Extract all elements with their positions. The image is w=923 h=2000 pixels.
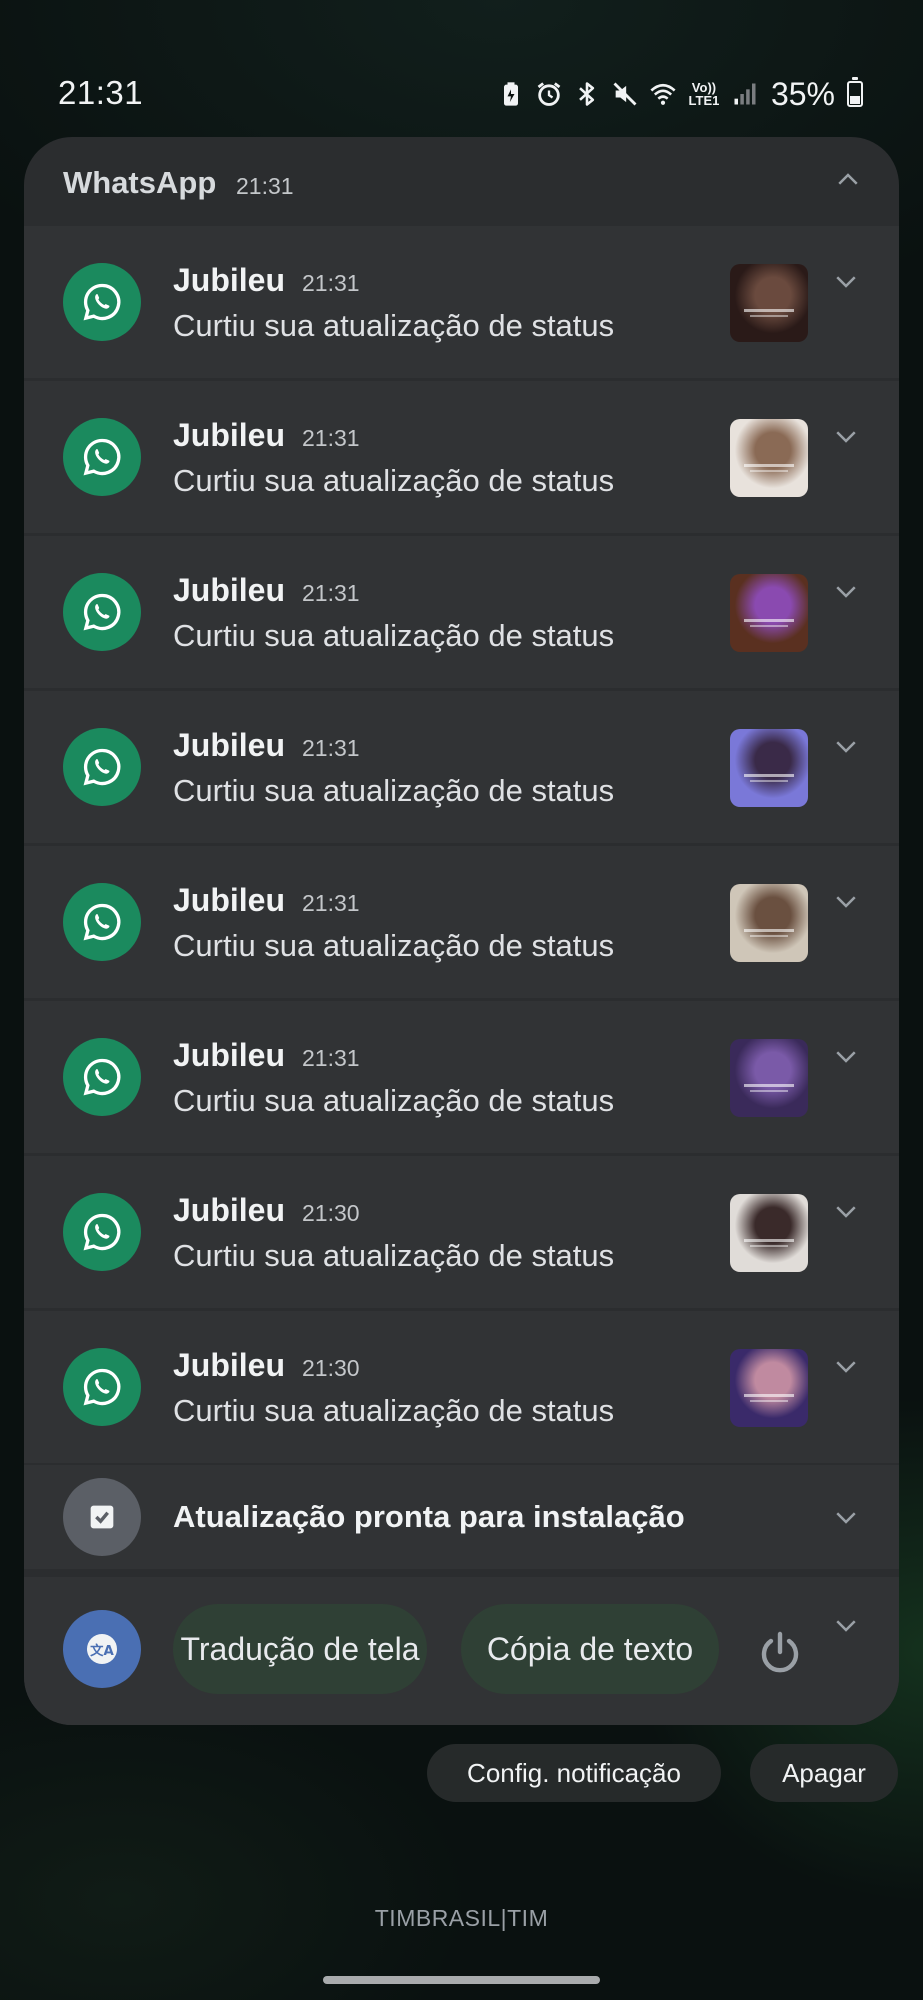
status-thumbnail[interactable] (730, 419, 808, 497)
chevron-down-icon[interactable] (831, 421, 861, 451)
chevron-down-icon[interactable] (831, 1351, 861, 1381)
mute-icon (611, 80, 639, 108)
status-thumbnail[interactable] (730, 1194, 808, 1272)
status-thumbnail[interactable] (730, 729, 808, 807)
chevron-down-icon[interactable] (831, 1502, 861, 1532)
whatsapp-icon (63, 573, 141, 651)
translate-app-icon: 文A (63, 1610, 141, 1688)
battery-percent: 35% (770, 75, 835, 112)
notification-title: Jubileu (173, 727, 286, 763)
system-update-notification[interactable]: Atualização pronta para instalação (24, 1465, 899, 1569)
carrier-label: TIMBRASIL|TIM (374, 1905, 549, 1931)
notification-item[interactable]: Jubileu 21:31 Curtiu sua atualização de st… (24, 1001, 899, 1153)
whatsapp-icon (63, 263, 141, 341)
alarm-icon (535, 80, 563, 108)
notification-body: Curtiu sua atualização de status (173, 1393, 615, 1428)
chevron-down-icon[interactable] (831, 266, 861, 296)
whatsapp-icon (63, 1038, 141, 1116)
notification-time: 21:31 (302, 735, 360, 761)
update-app-icon (63, 1478, 141, 1556)
notification-item[interactable]: Jubileu 21:30 Curtiu sua atualização de st… (24, 1156, 899, 1308)
status-bar: 21:31 Vo)) LTE1 35% (0, 0, 923, 130)
notification-time: 21:31 (302, 890, 360, 916)
signal-icon (731, 80, 759, 108)
chevron-down-icon[interactable] (831, 1041, 861, 1071)
whatsapp-group-header[interactable]: WhatsApp 21:31 (24, 137, 899, 225)
notification-panel: WhatsApp 21:31 Jubileu 21:31 Curtiu sua at… (24, 137, 899, 1725)
notification-item[interactable]: Jubileu 21:30 Curtiu sua atualização de st… (24, 1311, 899, 1463)
notification-title: Jubileu (173, 1192, 286, 1228)
status-icons: Vo)) LTE1 35% (497, 72, 863, 116)
system-update-title: Atualização pronta para instalação (173, 1499, 685, 1534)
clear-all-button[interactable]: Apagar (750, 1744, 898, 1802)
screen-translate-chip[interactable]: Tradução de tela (173, 1604, 427, 1694)
notification-body: Curtiu sua atualização de status (173, 463, 615, 498)
whatsapp-icon (63, 418, 141, 496)
notification-item[interactable]: Jubileu 21:31 Curtiu sua atualização de st… (24, 226, 899, 378)
notification-title: Jubileu (173, 882, 286, 918)
power-icon[interactable] (756, 1628, 804, 1676)
volte-indicator: Vo)) LTE1 (688, 80, 720, 108)
app-name: WhatsApp (63, 165, 217, 200)
status-time: 21:31 (58, 74, 144, 111)
copy-text-chip[interactable]: Cópia de texto (461, 1604, 719, 1694)
status-thumbnail[interactable] (730, 1039, 808, 1117)
notification-item[interactable]: Jubileu 21:31 Curtiu sua atualização de st… (24, 536, 899, 688)
notification-time: 21:31 (302, 1045, 360, 1071)
chevron-down-icon[interactable] (831, 576, 861, 606)
notification-title: Jubileu (173, 417, 286, 453)
notification-time: 21:31 (302, 580, 360, 606)
battery-saver-icon (497, 80, 525, 108)
notification-body: Curtiu sua atualização de status (173, 1083, 615, 1118)
notification-title: Jubileu (173, 1037, 286, 1073)
chevron-down-icon[interactable] (831, 1610, 861, 1640)
notification-title: Jubileu (173, 572, 286, 608)
notification-body: Curtiu sua atualização de status (173, 928, 615, 963)
status-thumbnail[interactable] (730, 574, 808, 652)
whatsapp-icon (63, 728, 141, 806)
notification-body: Curtiu sua atualização de status (173, 773, 615, 808)
header-time: 21:31 (236, 173, 294, 199)
notification-time: 21:31 (302, 425, 360, 451)
whatsapp-icon (63, 883, 141, 961)
screen-translate-notification: 文A Tradução de tela Cópia de texto (24, 1577, 899, 1725)
status-thumbnail[interactable] (730, 1349, 808, 1427)
notification-time: 21:30 (302, 1200, 360, 1226)
notification-time: 21:31 (302, 270, 360, 296)
home-indicator[interactable] (323, 1976, 600, 1984)
chevron-down-icon[interactable] (831, 1196, 861, 1226)
wifi-icon (649, 80, 677, 108)
whatsapp-icon (63, 1193, 141, 1271)
bluetooth-icon (573, 80, 601, 108)
svg-text:文A: 文A (90, 1642, 114, 1659)
notification-title: Jubileu (173, 262, 286, 298)
whatsapp-icon (63, 1348, 141, 1426)
notification-item[interactable]: Jubileu 21:31 Curtiu sua atualização de st… (24, 846, 899, 998)
chevron-up-icon[interactable] (833, 165, 863, 195)
chevron-down-icon[interactable] (831, 731, 861, 761)
notification-title: Jubileu (173, 1347, 286, 1383)
notification-settings-button[interactable]: Config. notificação (427, 1744, 721, 1802)
notification-item[interactable]: Jubileu 21:31 Curtiu sua atualização de st… (24, 691, 899, 843)
status-thumbnail[interactable] (730, 884, 808, 962)
notification-body: Curtiu sua atualização de status (173, 1238, 615, 1273)
notification-item[interactable]: Jubileu 21:31 Curtiu sua atualização de st… (24, 381, 899, 533)
chevron-down-icon[interactable] (831, 886, 861, 916)
notification-body: Curtiu sua atualização de status (173, 618, 615, 653)
notification-body: Curtiu sua atualização de status (173, 308, 615, 343)
battery-icon (847, 77, 863, 107)
notification-time: 21:30 (302, 1355, 360, 1381)
status-thumbnail[interactable] (730, 264, 808, 342)
